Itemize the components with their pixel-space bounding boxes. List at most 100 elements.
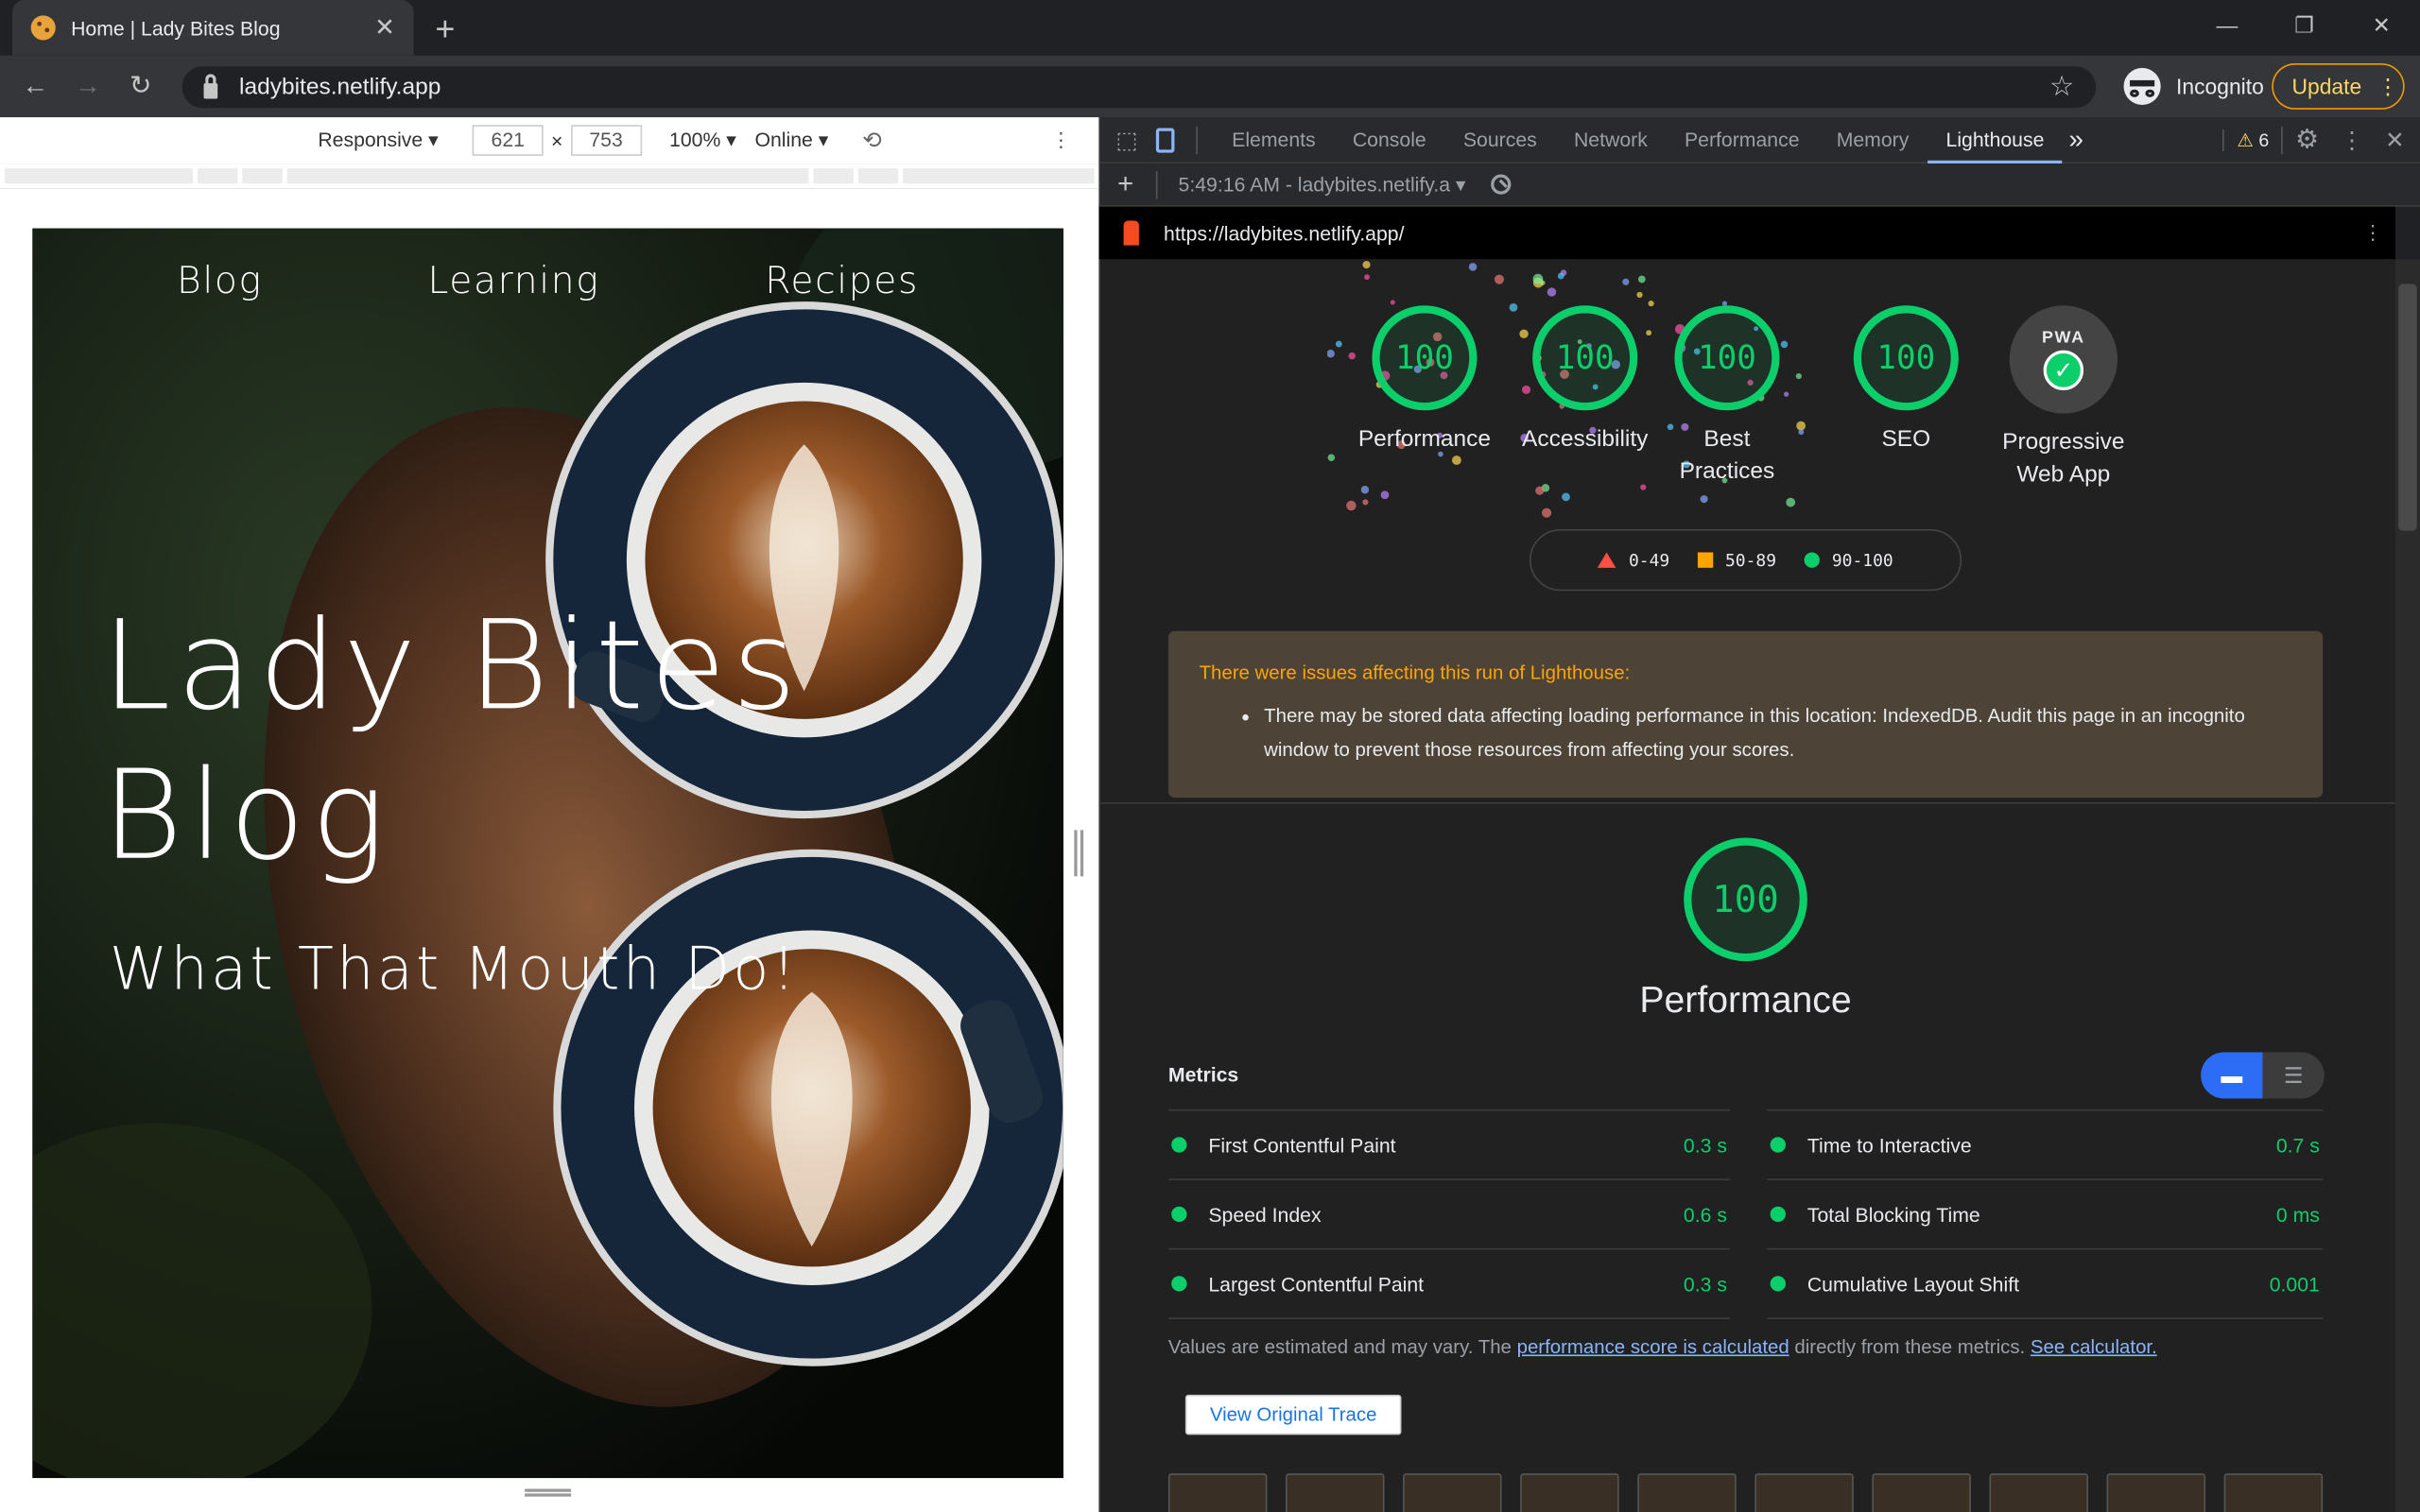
metric-row: Time to Interactive 0.7 s <box>1767 1111 2324 1180</box>
confetti-dot <box>1700 495 1708 504</box>
device-mode-select[interactable]: Responsive ▾ <box>318 129 438 153</box>
filmstrip-frame <box>1167 1473 1268 1512</box>
section-divider <box>1098 801 2395 804</box>
lighthouse-logo-icon <box>1123 220 1139 246</box>
device-toolbar: Responsive ▾ 621 × 753 100% ▾ Online ▾ ⟲… <box>0 117 1099 164</box>
gauge-seo[interactable]: 100 SEO <box>1825 305 1986 455</box>
report-scrollbar-thumb[interactable] <box>2398 284 2417 531</box>
accessibility-label: Accessibility <box>1522 425 1649 453</box>
tab-lighthouse[interactable]: Lighthouse <box>1927 116 2064 163</box>
view-original-trace-button[interactable]: View Original Trace <box>1184 1394 1402 1435</box>
expanded-view-icon[interactable]: ☰ <box>2262 1052 2324 1098</box>
confetti-dot <box>1535 486 1545 495</box>
confetti-dot <box>1327 349 1335 358</box>
filmstrip-frame <box>1285 1473 1385 1512</box>
restore-icon[interactable]: ❐ <box>2266 11 2343 38</box>
metrics-heading: Metrics <box>1167 1062 1239 1087</box>
confetti-dot <box>1360 485 1370 494</box>
lock-icon <box>203 73 218 98</box>
forward-icon[interactable]: → <box>61 71 114 102</box>
back-icon[interactable]: ← <box>9 71 62 102</box>
see-calculator-link[interactable]: See calculator. <box>2031 1336 2157 1358</box>
reload-icon[interactable]: ↻ <box>114 71 167 102</box>
device-toggle-icon[interactable] <box>1156 127 1175 152</box>
address-bar[interactable]: ladybites.netlify.app ☆ <box>182 66 2097 109</box>
confetti-dot <box>1547 287 1557 297</box>
report-url[interactable]: https://ladybites.netlify.app/ <box>1164 221 1404 244</box>
tab-network[interactable]: Network <box>1555 116 1666 163</box>
confetti-dot <box>1786 497 1796 507</box>
close-tab-icon[interactable]: ✕ <box>374 12 395 43</box>
tab-memory[interactable]: Memory <box>1818 116 1927 163</box>
filmstrip-frame <box>1403 1473 1502 1512</box>
gauge-best-practices[interactable]: 100 Best Practices <box>1666 305 1789 488</box>
confetti-dot <box>1335 340 1342 348</box>
nav-link-blog[interactable]: Blog <box>177 259 263 302</box>
legend-average: 50-89 <box>1697 550 1776 570</box>
bottom-resize-handle-icon[interactable] <box>525 1488 572 1497</box>
report-select[interactable]: 5:49:16 AM - ladybites.netlify.a ▾ <box>1179 172 1466 197</box>
legend-fail: 0-49 <box>1598 550 1669 570</box>
resize-handle-icon[interactable] <box>1074 830 1084 877</box>
metric-row: Cumulative Layout Shift 0.001 <box>1767 1249 2324 1319</box>
confetti-dot <box>1542 507 1552 518</box>
viewport-height-input[interactable]: 753 <box>570 125 642 156</box>
green-circle-icon <box>1804 552 1820 568</box>
emulated-page: Blog Learning Recipes Lady Bites Blog Wh… <box>32 228 1063 1479</box>
times-sign: × <box>550 129 563 152</box>
performance-score-link[interactable]: performance score is calculated <box>1517 1336 1789 1358</box>
browser-tab[interactable]: Home | Lady Bites Blog ✕ <box>12 0 414 56</box>
metrics-view-toggle[interactable]: ▬ ☰ <box>2201 1052 2325 1099</box>
legend-pass: 90-100 <box>1804 550 1893 570</box>
settings-gear-icon[interactable]: ⚙ <box>2295 124 2319 155</box>
close-window-icon[interactable]: ✕ <box>2342 11 2420 38</box>
new-tab-icon[interactable]: + <box>435 9 455 49</box>
seo-score: 100 <box>1853 305 1959 411</box>
confetti-dot <box>1346 500 1357 511</box>
zoom-select[interactable]: 100% ▾ <box>669 129 736 153</box>
tab-performance[interactable]: Performance <box>1666 116 1818 163</box>
nav-link-learning[interactable]: Learning <box>428 259 600 302</box>
bookmark-star-icon[interactable]: ☆ <box>2049 71 2074 103</box>
media-query-bar[interactable] <box>0 163 1099 189</box>
warnings-counter[interactable]: ⚠ 6 <box>2222 129 2269 151</box>
inspect-element-icon[interactable]: ⬚ <box>1115 126 1137 154</box>
new-report-icon[interactable]: + <box>1117 168 1133 200</box>
gauge-accessibility[interactable]: 100 Accessibility <box>1505 305 1666 455</box>
confetti-dot <box>1640 484 1647 490</box>
confetti-dot <box>1532 273 1544 284</box>
compact-view-icon[interactable]: ▬ <box>2201 1052 2263 1099</box>
confetti-dot <box>1468 263 1478 271</box>
devtools-menu-icon[interactable]: ⋮ <box>2341 126 2363 154</box>
report-menu-icon[interactable]: ⋮ <box>2363 220 2383 245</box>
red-triangle-icon <box>1598 552 1616 568</box>
window-controls: — ❐ ✕ <box>2188 7 2420 43</box>
devtools-tabbar: ⬚ Elements Console Sources Network Perfo… <box>1098 116 2420 164</box>
metrics-left-column: First Contentful Paint 0.3 s Speed Index 0… <box>1167 1108 1731 1319</box>
rotate-icon[interactable]: ⟲ <box>862 127 882 155</box>
device-toolbar-menu-icon[interactable]: ⋮ <box>1051 129 1071 153</box>
runtime-warning-box: There were issues affecting this run of … <box>1167 630 2324 799</box>
metrics-right-column: Time to Interactive 0.7 s Total Blocking … <box>1767 1108 2324 1319</box>
gauge-pwa[interactable]: PWA ✓ Progressive Web App <box>1986 305 2140 490</box>
tab-elements[interactable]: Elements <box>1214 116 1335 163</box>
viewport-width-input[interactable]: 621 <box>472 125 544 156</box>
tab-console[interactable]: Console <box>1334 116 1444 163</box>
more-menu-icon: ⋮ <box>2377 73 2399 98</box>
nav-link-recipes[interactable]: Recipes <box>765 259 919 302</box>
url-text: ladybites.netlify.app <box>239 74 441 101</box>
update-button[interactable]: Update ⋮ <box>2272 62 2405 110</box>
confetti-dot <box>1327 454 1336 461</box>
gauge-performance[interactable]: 100 Performance <box>1344 305 1505 455</box>
more-tabs-icon[interactable]: » <box>2069 124 2083 155</box>
filmstrip-frame <box>1872 1473 1971 1512</box>
tab-sources[interactable]: Sources <box>1444 116 1555 163</box>
minimize-icon[interactable]: — <box>2188 12 2266 37</box>
clear-reports-icon[interactable] <box>1490 174 1511 195</box>
close-devtools-icon[interactable]: ✕ <box>2385 126 2405 154</box>
network-throttle-select[interactable]: Online ▾ <box>754 129 828 153</box>
confetti-dot <box>1562 492 1570 502</box>
incognito-indicator[interactable]: Incognito <box>2111 63 2275 110</box>
hero-subtitle: What That Mouth Do! <box>109 935 799 1004</box>
confetti-dot <box>1637 275 1646 284</box>
